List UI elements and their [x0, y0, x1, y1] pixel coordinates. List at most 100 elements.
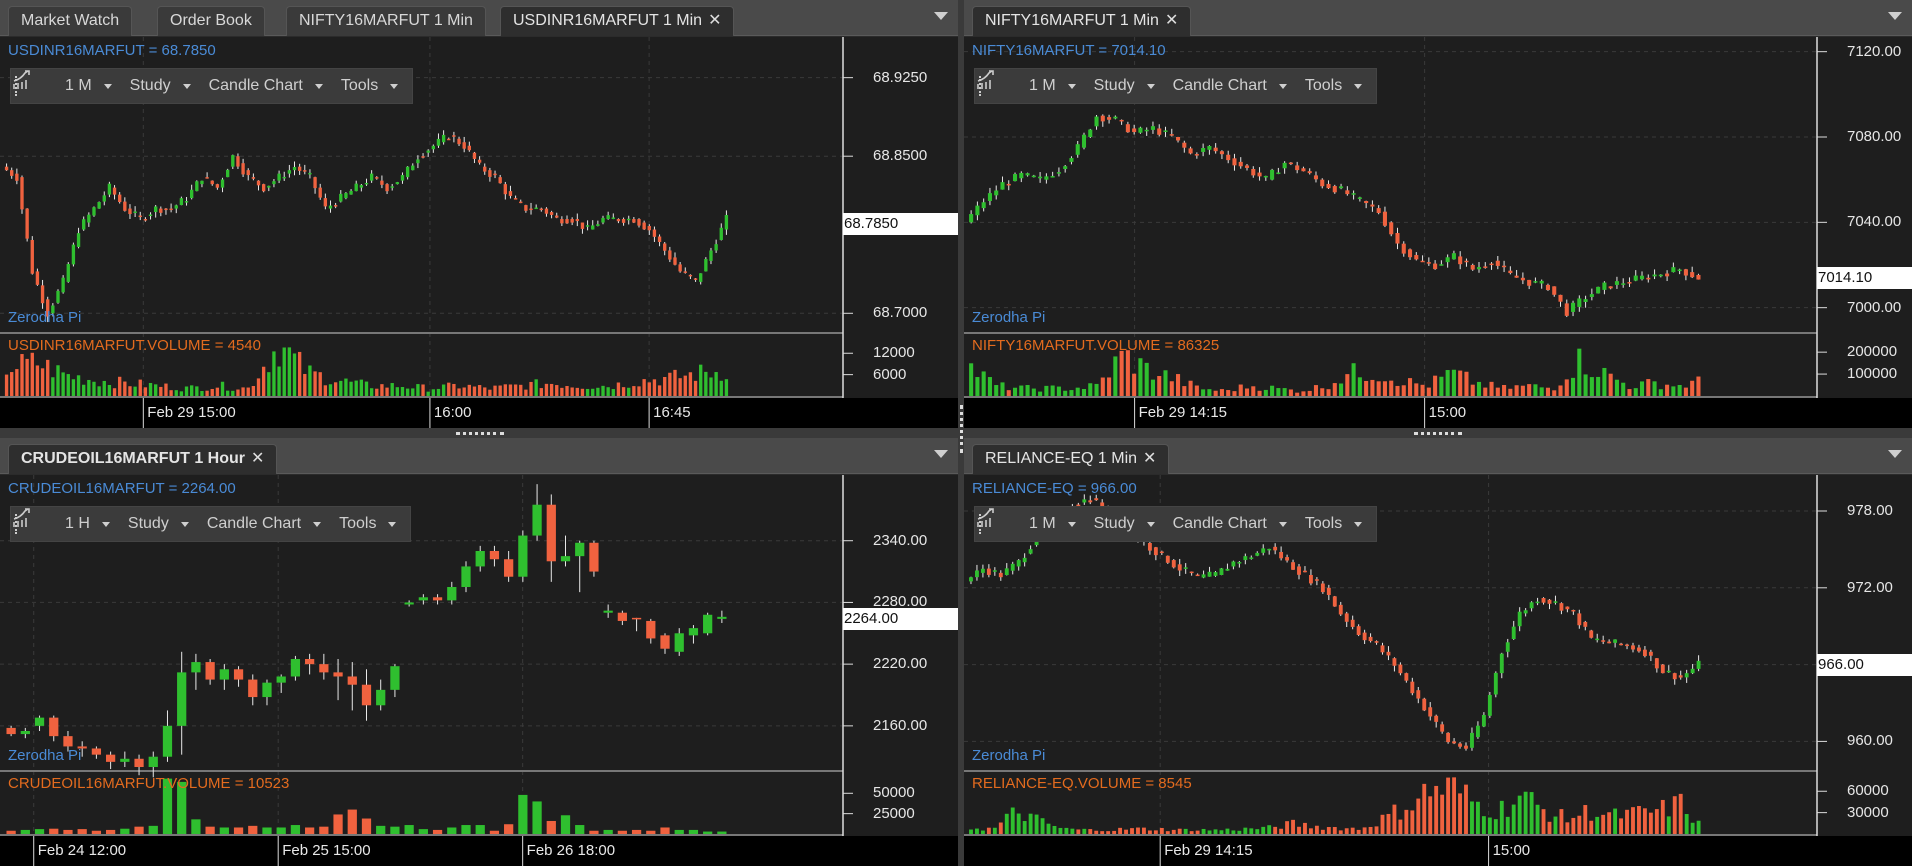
candle — [61, 275, 65, 294]
chart-area[interactable]: 2340.00 2280.00 2220.00 2160.00 50000 25000 22… — [0, 475, 958, 866]
volume-bar — [385, 387, 389, 396]
volume-bar — [256, 378, 261, 396]
candle-body-down — [118, 194, 122, 203]
chart-settings-icon[interactable] — [13, 70, 53, 97]
close-icon[interactable]: ✕ — [708, 12, 721, 29]
close-icon[interactable]: ✕ — [1143, 450, 1156, 467]
candle — [219, 664, 229, 690]
chart-type-dropdown[interactable]: Candle Chart — [207, 515, 322, 533]
chevron-down-icon — [101, 521, 110, 527]
candle — [683, 267, 687, 274]
candle — [1583, 620, 1588, 631]
chart-area[interactable]: 7120.00 7080.00 7040.00 7000.00 200000 100000… — [964, 37, 1912, 428]
chart-settings-icon[interactable] — [977, 508, 1017, 535]
volume-bar — [1571, 377, 1576, 396]
chart-area[interactable]: 978.00972.00966.00960.006000030000966.00… — [964, 475, 1912, 866]
tab-dropdown-icon[interactable] — [1888, 12, 1902, 20]
interval-dropdown[interactable]: 1 M — [65, 77, 112, 95]
chart-type-dropdown[interactable]: Candle Chart — [1173, 77, 1287, 95]
horizontal-splitter-left[interactable] — [456, 432, 504, 438]
volume-bar — [1320, 388, 1325, 396]
study-dropdown[interactable]: Study — [130, 77, 191, 95]
tab-crudeoil16marfut-1-hour[interactable]: CRUDEOIL16MARFUT 1 Hour ✕ — [8, 444, 278, 474]
volume-bar — [61, 372, 65, 396]
volume-bar — [591, 388, 595, 396]
tools-dropdown[interactable]: Tools — [339, 515, 397, 533]
tab-nifty16marfut-1-min[interactable]: NIFTY16MARFUT 1 Min — [286, 6, 486, 36]
tab-dropdown-icon[interactable] — [1888, 450, 1902, 458]
candle — [1243, 553, 1248, 565]
candle-body-up — [518, 535, 528, 577]
volume-bar — [77, 829, 87, 834]
tab-usdinr16marfut-1-min[interactable]: USDINR16MARFUT 1 Min ✕ — [500, 6, 735, 36]
close-icon[interactable]: ✕ — [251, 450, 264, 467]
tools-dropdown[interactable]: Tools — [1305, 515, 1363, 533]
tab-dropdown-icon[interactable] — [934, 12, 948, 20]
tab-reliance-eq-1-min[interactable]: RELIANCE-EQ 1 Min ✕ — [972, 444, 1170, 474]
candle — [205, 659, 215, 685]
volume-bar — [1338, 830, 1343, 834]
interval-dropdown[interactable]: 1 H — [65, 515, 110, 533]
candle-body-down — [40, 285, 45, 304]
chart-settings-icon[interactable] — [13, 508, 53, 535]
volume-bar — [272, 351, 276, 396]
candle — [986, 564, 991, 578]
volume-bar — [1056, 386, 1061, 396]
vertical-splitter[interactable] — [960, 405, 964, 453]
tools-dropdown[interactable]: Tools — [341, 77, 399, 95]
candle — [436, 133, 441, 148]
study-dropdown[interactable]: Study — [1094, 515, 1155, 533]
volume-bar — [297, 351, 302, 396]
chart-settings-icon[interactable] — [977, 70, 1017, 97]
candle-body-down — [529, 208, 533, 211]
candle — [1006, 180, 1011, 191]
chart-type-dropdown[interactable]: Candle Chart — [1173, 515, 1287, 533]
candle — [318, 183, 322, 200]
study-dropdown[interactable]: Study — [1094, 77, 1155, 95]
candle-body-up — [225, 169, 230, 178]
candle-body-down — [1508, 270, 1513, 274]
volume-bar — [1064, 827, 1069, 834]
candle-body-down — [489, 551, 500, 560]
volume-bar — [159, 386, 163, 396]
tab-order-book[interactable]: Order Book — [157, 6, 265, 36]
candle — [462, 136, 466, 153]
candle-body-down — [205, 177, 209, 179]
tab-dropdown-icon[interactable] — [934, 450, 948, 458]
candle-body-up — [1249, 557, 1254, 559]
interval-dropdown[interactable]: 1 M — [1029, 77, 1076, 95]
study-dropdown[interactable]: Study — [128, 515, 189, 533]
candle-body-down — [544, 208, 549, 214]
interval-dropdown[interactable]: 1 M — [1029, 515, 1076, 533]
volume-bar — [195, 386, 199, 396]
candle-body-down — [347, 676, 357, 685]
candle-body-up — [1589, 294, 1594, 297]
candle — [980, 564, 985, 578]
chart-type-dropdown-label: Candle Chart — [208, 77, 303, 94]
chart-type-dropdown[interactable]: Candle Chart — [209, 77, 323, 95]
candle — [717, 610, 727, 623]
candle-body-down — [421, 156, 425, 158]
candle — [1523, 608, 1528, 617]
volume-bar — [1559, 809, 1564, 834]
tab-market-watch[interactable]: Market Watch — [8, 6, 133, 36]
candle — [30, 236, 34, 275]
candle — [1426, 257, 1431, 266]
volume-bar — [652, 379, 657, 396]
candle — [1665, 270, 1670, 282]
volume-bar — [1401, 385, 1406, 396]
volume-bar — [1652, 381, 1657, 396]
time-axis — [964, 836, 1912, 866]
volume-bar — [1511, 804, 1516, 834]
tab-nifty16marfut-1-min[interactable]: NIFTY16MARFUT 1 Min ✕ — [972, 6, 1192, 36]
tools-dropdown[interactable]: Tools — [1305, 77, 1363, 95]
volume-bar — [1004, 813, 1009, 834]
volume-bar — [1195, 830, 1200, 834]
volume-bar — [246, 387, 250, 396]
horizontal-splitter-right[interactable] — [1414, 432, 1462, 438]
chart-area[interactable]: 68.9250 68.8500 68.7000 12000 6000 68.7850 Feb… — [0, 37, 958, 428]
close-icon[interactable]: ✕ — [1165, 12, 1178, 29]
tab-bar: Market Watch Order Book NIFTY16MARFUT 1 Mi… — [0, 0, 958, 36]
candle-body-up — [1088, 129, 1093, 137]
volume-bar — [1130, 828, 1134, 834]
